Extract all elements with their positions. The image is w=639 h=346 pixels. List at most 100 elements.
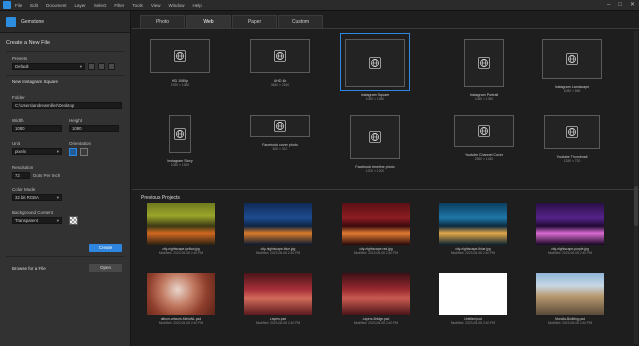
project-date: Modified: 2023-06-08 2:40 PM [158, 251, 204, 255]
menu-help[interactable]: Help [193, 3, 202, 8]
tab-custom[interactable]: Custom [278, 15, 323, 28]
resolution-label: Resolution [12, 165, 34, 170]
menu-tools[interactable]: Tools [132, 3, 143, 8]
divider [6, 51, 125, 52]
preset-tile[interactable]: Facebook timeline photo 1200 × 1200 [340, 113, 410, 183]
width-field[interactable]: 1080 [12, 125, 62, 132]
document-preview [350, 115, 400, 159]
preset-tile[interactable]: Instagram Square 1080 × 1080 [340, 33, 410, 105]
project-date: Modified: 2023-06-08 2:40 PM [255, 251, 301, 255]
preset-size: 1080 × 1920 [170, 163, 190, 167]
background-content-dropdown[interactable]: Transparent [12, 217, 62, 224]
open-button[interactable]: Open [89, 264, 122, 272]
divider [132, 28, 639, 29]
globe-icon [174, 50, 186, 62]
minimize-icon[interactable]: – [607, 2, 610, 9]
delete-preset-icon[interactable] [98, 63, 105, 70]
preset-tile[interactable]: Facebook cover photo 820 × 312 [245, 113, 315, 183]
project-preview-image [439, 273, 507, 315]
preset-tile[interactable]: Youtube Thumbnail 1280 × 720 [537, 113, 607, 183]
divider [6, 75, 125, 76]
project-date: Modified: 2023-06-08 2:40 PM [450, 321, 496, 325]
transparent-swatch-icon[interactable] [69, 216, 78, 225]
globe-icon [274, 120, 286, 132]
project-preview-image [244, 273, 312, 315]
project-preview-image [342, 203, 410, 245]
create-button[interactable]: Create [89, 244, 122, 252]
app-logo-icon [3, 1, 11, 9]
tab-web[interactable]: Web [186, 15, 231, 28]
landscape-orientation-icon[interactable] [80, 148, 88, 156]
project-date: Modified: 2023-06-08 2:40 PM [353, 321, 399, 325]
new-file-panel: Gemstone Create a New File Presets Defau… [0, 11, 131, 346]
document-preview [169, 115, 191, 153]
scrollbar-thumb[interactable] [634, 186, 638, 226]
portrait-orientation-icon[interactable] [69, 148, 77, 156]
globe-icon [566, 53, 578, 65]
unit-dropdown[interactable]: pixels [12, 148, 62, 155]
preset-tile[interactable]: UHD 4k 3840 × 2160 [245, 33, 315, 105]
browse-label: Browse for a File [12, 266, 46, 271]
unit-label: Unit [12, 141, 21, 146]
menu-select[interactable]: Select [94, 3, 107, 8]
preset-size: 1920 × 1080 [170, 83, 190, 87]
main-content: Photo Web Paper Custom HD 1080p 1920 × 10… [132, 11, 639, 346]
document-preview [150, 39, 210, 73]
globe-icon [174, 128, 186, 140]
document-preview [454, 115, 514, 147]
project-preview-image [536, 273, 604, 315]
project-preview-image [147, 203, 215, 245]
save-preset-icon[interactable] [88, 63, 95, 70]
menu-edit[interactable]: Edit [30, 3, 38, 8]
menu-layer[interactable]: Layer [75, 3, 86, 8]
preset-name: New Instagram Square [12, 79, 59, 84]
menu-document[interactable]: Document [46, 3, 67, 8]
project-date: Modified: 2023-06-08 2:40 PM [547, 251, 593, 255]
globe-icon [369, 131, 381, 143]
menu-file[interactable]: File [15, 3, 22, 8]
close-icon[interactable]: ✕ [630, 2, 635, 9]
document-preview [250, 39, 310, 73]
tab-photo[interactable]: Photo [140, 15, 185, 28]
globe-icon [566, 126, 578, 138]
app-logo-icon [6, 16, 16, 27]
project-preview-image [244, 203, 312, 245]
preset-size: 1080 × 1080 [365, 97, 385, 101]
project-date: Modified: 2023-06-08 2:40 PM [158, 321, 204, 325]
height-field[interactable]: 1080 [69, 125, 119, 132]
preset-size: 3840 × 2160 [270, 83, 290, 87]
menu-window[interactable]: Window [169, 3, 185, 8]
color-mode-dropdown[interactable]: 32 bit RGBA [12, 194, 62, 201]
menu-view[interactable]: View [151, 3, 161, 8]
resolution-unit: Dots Per Inch [33, 173, 61, 178]
preset-tile[interactable]: Youtube Channel Cover 2560 × 1440 [449, 113, 519, 183]
preset-tile[interactable]: Instagram Story 1080 × 1920 [145, 113, 215, 183]
preset-size: 1080 × 566 [563, 89, 581, 93]
preset-size: 2560 × 1440 [474, 157, 494, 161]
menu-filter[interactable]: Filter [114, 3, 124, 8]
maximize-icon[interactable]: □ [618, 2, 622, 9]
document-preview [345, 39, 405, 87]
document-preview [544, 115, 600, 149]
preset-tile[interactable]: HD 1080p 1920 × 1080 [145, 33, 215, 105]
resolution-field[interactable]: 72 [12, 172, 30, 179]
document-preview [542, 39, 602, 79]
orientation-label: Orientation [69, 141, 92, 146]
globe-icon [478, 57, 490, 69]
preset-tile[interactable]: Instagram Portrait 1080 × 1350 [449, 33, 519, 105]
globe-icon [274, 50, 286, 62]
app-title: Gemstone [21, 18, 45, 25]
presets-label: Presets [12, 56, 28, 61]
tab-paper[interactable]: Paper [232, 15, 277, 28]
presets-dropdown[interactable]: Default [12, 63, 85, 70]
folder-field[interactable]: C:\Users\andrewmiller\Desktop [12, 102, 122, 109]
import-preset-icon[interactable] [108, 63, 115, 70]
preset-size: 820 × 312 [272, 147, 288, 151]
color-mode-label: Color Mode [12, 187, 36, 192]
scrollbar[interactable] [634, 31, 638, 344]
panel-header: Gemstone [0, 11, 130, 33]
preset-tabs: Photo Web Paper Custom [140, 15, 324, 28]
project-preview-image [439, 203, 507, 245]
preset-tile[interactable]: Instagram Landscape 1080 × 566 [537, 33, 607, 105]
document-preview [250, 115, 310, 137]
